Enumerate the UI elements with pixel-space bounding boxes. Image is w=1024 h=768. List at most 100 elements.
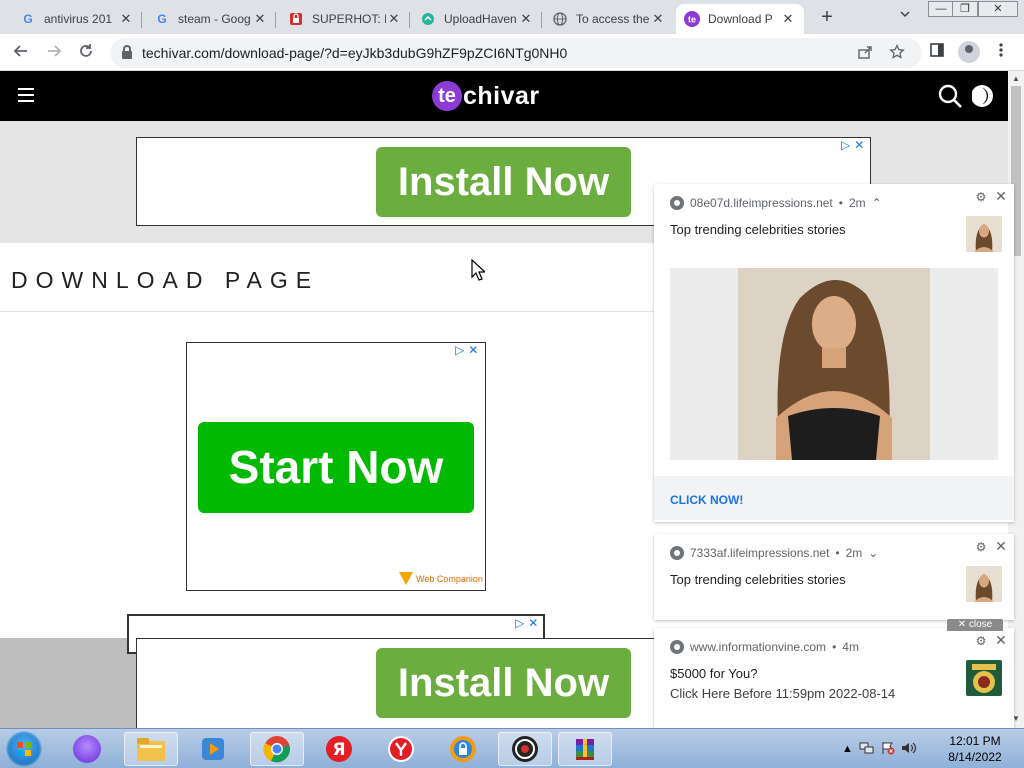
ad-close-icon[interactable]: ✕ bbox=[468, 343, 478, 357]
tab-title: Download P bbox=[708, 12, 773, 26]
adchoices[interactable]: ▷ ✕ bbox=[515, 616, 538, 630]
url-text[interactable]: techivar.com/download-page/?d=eyJkb3dubG… bbox=[142, 45, 567, 61]
lock-icon[interactable] bbox=[122, 45, 132, 59]
notification-origin: www.informationvine.com • 4m bbox=[670, 640, 859, 654]
security-app-icon[interactable] bbox=[436, 732, 490, 766]
notification-time: 4m bbox=[842, 640, 859, 654]
adchoices[interactable]: ▷ ✕ bbox=[455, 343, 478, 357]
side-panel-icon[interactable] bbox=[926, 42, 948, 64]
volume-icon[interactable] bbox=[901, 741, 917, 758]
tab-antivirus[interactable]: G antivirus 201 ✕ bbox=[12, 4, 142, 34]
network-icon[interactable] bbox=[859, 741, 875, 758]
new-tab-button[interactable]: + bbox=[816, 6, 838, 28]
kebab-menu-icon[interactable] bbox=[990, 42, 1012, 64]
ad-close-icon[interactable]: ✕ bbox=[528, 616, 538, 630]
tab-separator bbox=[275, 12, 276, 28]
tab-download-page[interactable]: te Download P ✕ bbox=[676, 4, 804, 34]
hamburger-menu-icon[interactable] bbox=[18, 88, 34, 102]
winrar-icon[interactable] bbox=[558, 732, 612, 766]
chevron-down-icon[interactable]: ⌄ bbox=[868, 546, 878, 560]
gear-icon[interactable]: ⚙ bbox=[974, 540, 988, 554]
google-g-icon: G bbox=[157, 12, 167, 26]
share-icon[interactable] bbox=[856, 44, 874, 62]
search-icon[interactable] bbox=[937, 83, 963, 109]
close-icon[interactable]: ✕ bbox=[993, 632, 1009, 648]
reload-icon[interactable] bbox=[75, 42, 97, 64]
notification-stack: 08e07d.lifeimpressions.net • 2m ⌃ ⚙ ✕ To… bbox=[654, 184, 1014, 728]
yandex-icon[interactable]: Я bbox=[312, 732, 366, 766]
back-arrow-icon[interactable] bbox=[10, 42, 32, 64]
clock-time: 12:01 PM bbox=[949, 734, 1001, 748]
tab-title: antivirus 201 bbox=[44, 12, 113, 26]
notification-time: 2m bbox=[848, 196, 866, 210]
tab-search-chevron-icon[interactable] bbox=[896, 8, 914, 26]
uploadhaven-icon bbox=[420, 11, 436, 27]
file-explorer-icon[interactable] bbox=[124, 732, 178, 766]
adchoices-icon[interactable]: ▷ bbox=[455, 343, 464, 357]
tab-close-icon[interactable]: ✕ bbox=[518, 11, 534, 27]
gear-icon[interactable]: ⚙ bbox=[974, 634, 988, 648]
adchoices[interactable]: ▷ ✕ bbox=[841, 138, 864, 152]
start-now-ad[interactable]: Start Now ▷ ✕ Web Companion bbox=[186, 342, 486, 591]
windows-taskbar: Я ▲ 12:01 PM 8/14/2022 bbox=[0, 728, 1024, 768]
notification-card[interactable]: www.informationvine.com • 4m ⚙ ✕ $5000 f… bbox=[654, 628, 1014, 728]
notification-origin: 08e07d.lifeimpressions.net • 2m ⌃ bbox=[670, 196, 882, 210]
tab-close-icon[interactable]: ✕ bbox=[780, 11, 796, 27]
minimize-button[interactable]: — bbox=[928, 1, 954, 17]
tab-uploadhaven[interactable]: UploadHaven ✕ bbox=[412, 4, 542, 34]
techivar-icon: te bbox=[684, 11, 700, 27]
tab-strip: G antivirus 201 ✕ G steam - Goog ✕ SUPER… bbox=[0, 0, 1024, 34]
site-logo[interactable]: te chivar bbox=[432, 80, 540, 112]
maximize-button[interactable]: ❐ bbox=[952, 1, 978, 17]
gear-icon[interactable]: ⚙ bbox=[974, 190, 988, 204]
notification-separator: • bbox=[835, 546, 840, 560]
tab-close-icon[interactable]: ✕ bbox=[650, 11, 666, 27]
tab-close-icon[interactable]: ✕ bbox=[118, 11, 134, 27]
chrome-app-icon[interactable] bbox=[250, 732, 304, 766]
tab-steam[interactable]: G steam - Goog ✕ bbox=[146, 4, 276, 34]
alice-assistant-icon[interactable] bbox=[60, 732, 114, 766]
obs-studio-icon[interactable] bbox=[498, 732, 552, 766]
install-now-button[interactable]: Install Now bbox=[376, 648, 631, 718]
notification-card[interactable]: 08e07d.lifeimpressions.net • 2m ⌃ ⚙ ✕ To… bbox=[654, 184, 1014, 522]
notification-separator: • bbox=[838, 196, 843, 210]
tab-superhot[interactable]: SUPERHOT: I ✕ bbox=[280, 4, 410, 34]
logo-mark: te bbox=[432, 81, 462, 111]
flag-alert-icon[interactable] bbox=[881, 741, 895, 758]
tab-separator bbox=[141, 12, 142, 28]
address-bar[interactable]: techivar.com/download-page/?d=eyJkb3dubG… bbox=[110, 38, 922, 68]
bookmark-star-icon[interactable] bbox=[888, 43, 906, 62]
forward-arrow-icon[interactable] bbox=[43, 42, 65, 64]
close-icon[interactable]: ✕ bbox=[993, 188, 1009, 204]
taskbar-clock[interactable]: 12:01 PM 8/14/2022 bbox=[940, 733, 1010, 765]
chevron-up-icon[interactable]: ⌃ bbox=[872, 196, 882, 210]
adchoices-icon[interactable]: ▷ bbox=[515, 616, 524, 630]
start-button[interactable] bbox=[6, 731, 42, 767]
close-icon[interactable]: ✕ bbox=[993, 538, 1009, 554]
start-now-button[interactable]: Start Now bbox=[198, 422, 474, 513]
install-now-button[interactable]: Install Now bbox=[376, 147, 631, 217]
site-header: te chivar bbox=[0, 71, 1008, 121]
tray-expand-icon[interactable]: ▲ bbox=[842, 743, 853, 755]
profile-avatar[interactable] bbox=[958, 41, 980, 63]
click-now-button[interactable]: CLICK NOW! bbox=[670, 493, 743, 507]
dark-mode-moon-icon[interactable] bbox=[971, 83, 998, 109]
notification-domain: 08e07d.lifeimpressions.net bbox=[690, 196, 833, 210]
bottom-install-ad[interactable]: Install Now bbox=[136, 638, 676, 728]
superhot-icon bbox=[288, 11, 304, 27]
notification-card[interactable]: 7333af.lifeimpressions.net • 2m ⌄ ⚙ ✕ To… bbox=[654, 534, 1014, 620]
scroll-up-arrow-icon[interactable]: ▲ bbox=[1011, 74, 1021, 84]
tab-close-icon[interactable]: ✕ bbox=[252, 11, 268, 27]
tab-to-access[interactable]: To access the ✕ bbox=[544, 4, 674, 34]
ad-close-icon[interactable]: ✕ bbox=[854, 138, 864, 152]
web-companion-badge[interactable]: Web Companion bbox=[399, 572, 483, 585]
adchoices-icon[interactable]: ▷ bbox=[841, 138, 850, 152]
chrome-icon bbox=[670, 196, 684, 210]
tab-close-icon[interactable]: ✕ bbox=[386, 11, 402, 27]
yandex-browser-icon[interactable] bbox=[374, 732, 428, 766]
close-window-button[interactable]: ✕ bbox=[978, 1, 1018, 17]
chrome-icon bbox=[670, 640, 684, 654]
media-player-icon[interactable] bbox=[186, 732, 240, 766]
ad-close-pill[interactable]: ✕ close bbox=[947, 619, 1003, 631]
notification-image bbox=[670, 268, 998, 460]
